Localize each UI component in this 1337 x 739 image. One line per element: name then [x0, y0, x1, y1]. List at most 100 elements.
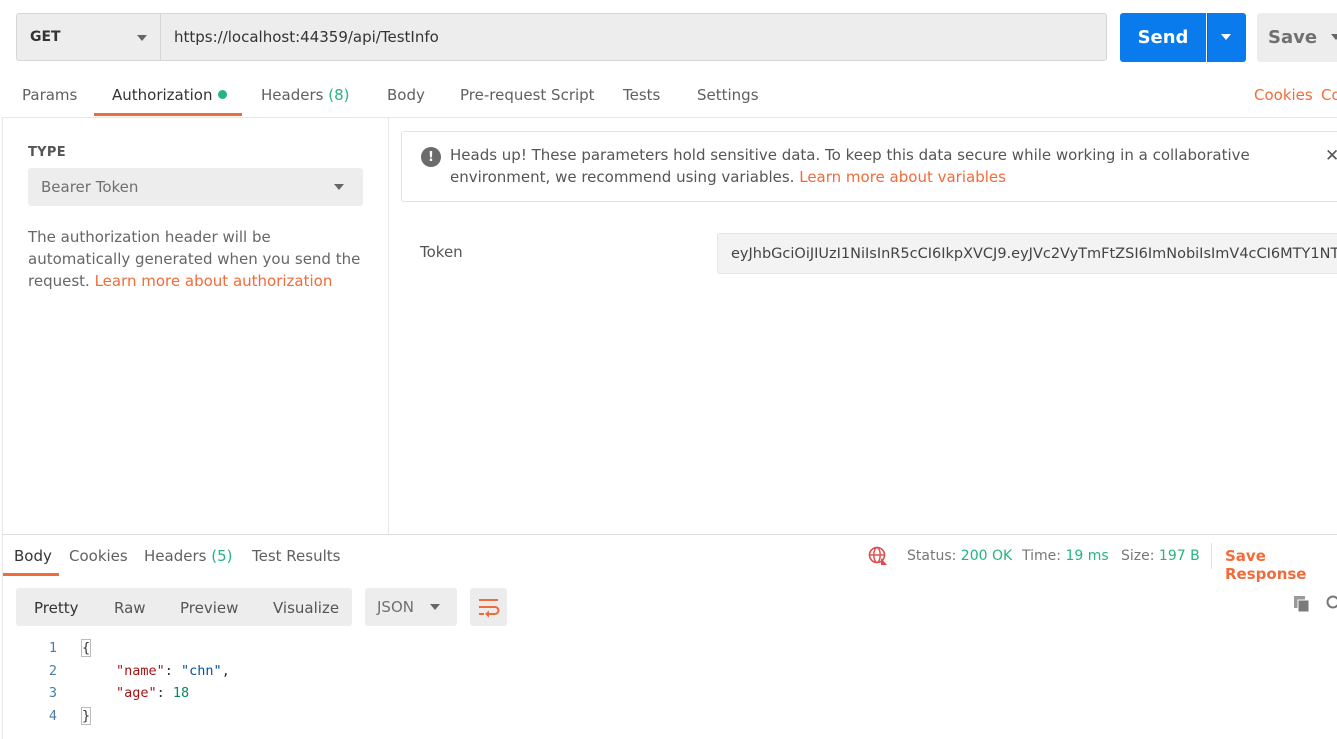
save-response-button[interactable]: Save Response	[1225, 547, 1337, 583]
copy-icon[interactable]	[1292, 594, 1312, 614]
chevron-down-icon	[1221, 34, 1231, 40]
format-label: Raw	[114, 599, 146, 617]
left-border	[2, 118, 3, 739]
tab-label: Headers	[144, 547, 207, 565]
save-button[interactable]: Save	[1257, 13, 1337, 62]
close-brace: }	[80, 707, 92, 725]
auth-type-label: TYPE	[28, 145, 66, 160]
wrap-icon	[479, 599, 500, 618]
format-visualize[interactable]: Visualize	[273, 599, 339, 617]
code-line: "name": "chn",	[116, 663, 230, 679]
format-pretty[interactable]: Pretty	[34, 599, 79, 617]
time-value: 19 ms	[1065, 548, 1109, 564]
learn-more-variables-link[interactable]: Learn more about variables	[799, 168, 1006, 186]
json-key: "age"	[116, 685, 157, 701]
auth-type-select[interactable]: Bearer Token	[28, 168, 363, 206]
line-number: 4	[48, 708, 57, 724]
tab-label: Headers	[261, 86, 324, 104]
tab-prerequest-script[interactable]: Pre-request Script	[460, 86, 595, 104]
size-value: 197 B	[1158, 548, 1200, 564]
method-value: GET	[30, 29, 61, 45]
json-string: "chn"	[181, 663, 222, 679]
tab-label: Params	[22, 86, 78, 104]
save-label: Save	[1268, 27, 1318, 48]
json-key: "name"	[116, 663, 165, 679]
wrap-lines-button[interactable]	[470, 588, 507, 626]
tab-count: (8)	[328, 86, 350, 104]
tab-label: Body	[387, 86, 425, 104]
token-input[interactable]: eyJhbGciOiJIUzI1NiIsInR5cCI6IkpXVCJ9.eyJ…	[717, 233, 1337, 274]
tab-label: Tests	[623, 86, 661, 104]
chevron-down-icon	[1331, 34, 1337, 40]
tab-tests[interactable]: Tests	[623, 86, 660, 104]
url-value: https://localhost:44359/api/TestInfo	[174, 28, 439, 46]
tab-label: Settings	[697, 86, 759, 104]
tab-params[interactable]: Params	[22, 86, 77, 104]
response-size: Size: 197 B	[1121, 548, 1200, 564]
response-tab-headers[interactable]: Headers (5)	[144, 547, 232, 565]
search-icon[interactable]	[1325, 594, 1337, 614]
status-value: 200 OK	[960, 548, 1013, 564]
json-sep: :	[156, 685, 173, 701]
active-tab-indicator	[94, 113, 242, 116]
json-number: 18	[172, 685, 190, 701]
chevron-down-icon	[137, 35, 147, 41]
code-link[interactable]: Co	[1321, 86, 1337, 104]
tab-settings[interactable]: Settings	[697, 86, 759, 104]
auth-description: The authorization header will be automat…	[28, 226, 368, 292]
language-select[interactable]: JSON	[365, 588, 457, 626]
send-options-button[interactable]	[1207, 13, 1246, 62]
tab-body[interactable]: Body	[387, 86, 425, 104]
tab-count: (5)	[211, 547, 233, 565]
tab-headers[interactable]: Headers (8)	[261, 86, 349, 104]
token-value: eyJhbGciOiJIUzI1NiIsInR5cCI6IkpXVCJ9.eyJ…	[731, 245, 1337, 262]
line-number: 2	[48, 663, 57, 679]
tab-label: Cookies	[69, 547, 128, 565]
learn-more-auth-link[interactable]: Learn more about authorization	[95, 272, 333, 290]
warning-icon: !	[421, 147, 441, 167]
chevron-down-icon	[334, 184, 344, 190]
tab-label: Authorization	[112, 86, 213, 104]
response-tab-test-results[interactable]: Test Results	[252, 547, 340, 565]
tab-label: Body	[14, 547, 52, 565]
tab-label: Test Results	[252, 547, 341, 565]
send-label: Send	[1137, 27, 1189, 48]
link-label: Co	[1321, 86, 1337, 104]
response-status: Status: 200 OK	[907, 548, 1012, 564]
open-brace: {	[80, 639, 92, 657]
format-raw[interactable]: Raw	[114, 599, 146, 617]
tabs-divider	[2, 117, 1337, 118]
notice-text: Heads up! These parameters hold sensitiv…	[450, 144, 1320, 188]
auth-type-value: Bearer Token	[41, 178, 139, 196]
send-button[interactable]: Send	[1120, 13, 1206, 62]
format-label: Visualize	[273, 599, 340, 617]
format-preview[interactable]: Preview	[180, 599, 238, 617]
format-label: Pretty	[34, 599, 79, 617]
size-label: Size:	[1121, 548, 1155, 564]
tab-authorization[interactable]: Authorization	[112, 86, 228, 104]
line-number: 1	[48, 640, 57, 656]
save-response-label: Save Response	[1225, 547, 1307, 583]
active-dot-icon	[218, 90, 228, 99]
link-label: Cookies	[1254, 86, 1313, 104]
response-tab-cookies[interactable]: Cookies	[69, 547, 128, 565]
line-number: 3	[48, 685, 57, 701]
cookies-link[interactable]: Cookies	[1254, 86, 1313, 104]
url-input[interactable]: https://localhost:44359/api/TestInfo	[160, 13, 1107, 61]
token-label: Token	[420, 243, 463, 261]
meta-divider	[1211, 543, 1212, 569]
close-icon[interactable]: ✕	[1325, 146, 1337, 166]
code-line: "age": 18	[116, 685, 189, 701]
response-time: Time: 19 ms	[1022, 548, 1109, 564]
method-select[interactable]: GET	[16, 13, 160, 61]
active-response-tab-indicator	[3, 573, 59, 576]
globe-icon[interactable]	[868, 546, 888, 566]
format-label: Preview	[180, 599, 239, 617]
json-sep: :	[164, 663, 182, 679]
language-value: JSON	[377, 598, 414, 616]
json-comma: ,	[221, 663, 230, 679]
response-tab-body[interactable]: Body	[14, 547, 52, 565]
panel-divider	[388, 118, 389, 534]
time-label: Time:	[1022, 548, 1061, 564]
tab-label: Pre-request Script	[460, 86, 595, 104]
